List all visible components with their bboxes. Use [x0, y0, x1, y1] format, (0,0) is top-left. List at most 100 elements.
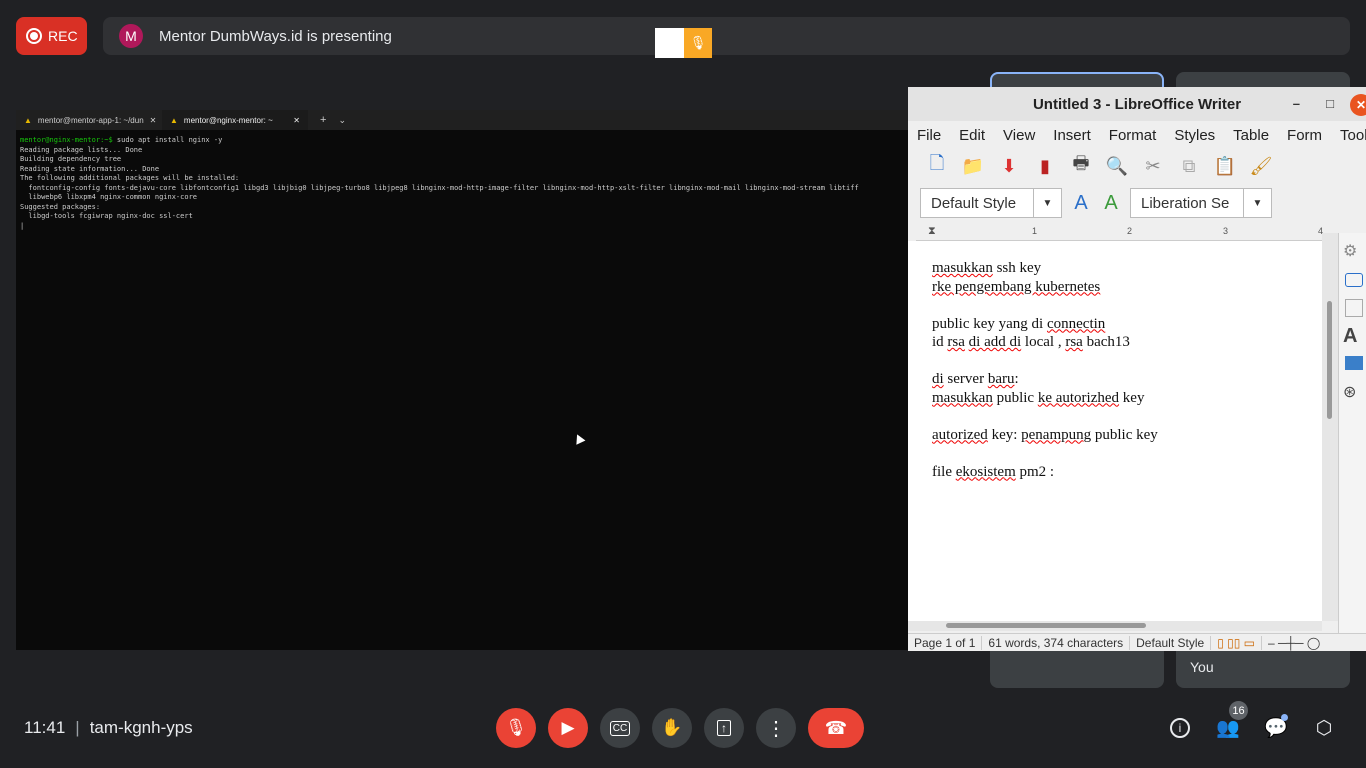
- print-icon[interactable]: 🖶: [1070, 153, 1092, 177]
- menu-table[interactable]: Table: [1224, 127, 1278, 144]
- indent-marker-icon[interactable]: ⧗: [928, 225, 936, 238]
- status-page[interactable]: Page 1 of 1: [908, 635, 983, 650]
- ruler[interactable]: ⧗ 1 2 3 4: [916, 223, 1366, 241]
- copy-icon[interactable]: ⧉: [1178, 155, 1200, 177]
- chevron-down-icon[interactable]: ▼: [1243, 189, 1271, 217]
- close-icon[interactable]: ✕: [1350, 94, 1366, 116]
- paste-icon[interactable]: 📋: [1214, 155, 1236, 177]
- document-line[interactable]: masukkan public ke autorizhed key: [932, 389, 1322, 408]
- leave-call-button[interactable]: ☎: [808, 708, 864, 748]
- ruler-mark: 2: [1127, 226, 1133, 236]
- terminal-lines: Reading package lists... Done Building d…: [20, 145, 859, 230]
- mic-toggle-button[interactable]: 🎙: [496, 708, 536, 748]
- document-text-run: pm2 :: [1015, 463, 1055, 480]
- open-folder-icon[interactable]: 📁: [962, 155, 984, 177]
- activities-button[interactable]: ⬡: [1312, 716, 1336, 740]
- document-line[interactable]: id rsa di add di local , rsa bach13: [932, 333, 1322, 352]
- chevron-down-icon[interactable]: ⌄: [338, 115, 346, 126]
- self-tile[interactable]: You: [1176, 651, 1350, 688]
- document-line[interactable]: rke pengembang kubernetes: [932, 278, 1322, 297]
- update-style-icon[interactable]: A: [1070, 192, 1092, 214]
- horizontal-scrollbar[interactable]: [908, 621, 1322, 631]
- maximize-icon[interactable]: □: [1326, 96, 1334, 111]
- close-icon[interactable]: ✕: [293, 116, 300, 125]
- document-line[interactable]: file ekosistem pm2 :: [932, 463, 1322, 482]
- meeting-time: 11:41: [24, 718, 66, 737]
- terminal-icon: ▲: [24, 115, 32, 125]
- new-style-icon[interactable]: A: [1100, 192, 1122, 214]
- menu-file[interactable]: File: [908, 127, 950, 144]
- page-icon[interactable]: [1345, 299, 1363, 317]
- styles-icon[interactable]: A: [1343, 325, 1366, 348]
- clone-formatting-icon[interactable]: 🖌: [1250, 155, 1273, 177]
- document-text-run: server: [943, 371, 988, 387]
- document-line[interactable]: [932, 296, 1322, 315]
- camera-toggle-button[interactable]: ▶: [548, 708, 588, 748]
- terminal-output[interactable]: mentor@nginx-mentor:~$ sudo apt install …: [16, 130, 908, 237]
- menu-view[interactable]: View: [994, 127, 1044, 144]
- scrollbar-thumb[interactable]: [946, 623, 1146, 628]
- export-pdf-icon[interactable]: ▮: [1034, 155, 1056, 177]
- paragraph-style-select[interactable]: Default Style ▼: [920, 188, 1062, 218]
- status-word-count[interactable]: 61 words, 374 characters: [982, 635, 1131, 650]
- document-page[interactable]: masukkan ssh key rke pengembang kubernete…: [908, 241, 1322, 621]
- save-icon[interactable]: ⬇: [998, 155, 1020, 177]
- document-text-run: key:: [987, 426, 1022, 443]
- document-line[interactable]: [932, 444, 1322, 463]
- menu-edit[interactable]: Edit: [950, 127, 994, 144]
- menu-insert[interactable]: Insert: [1044, 127, 1100, 144]
- terminal-tab-1[interactable]: ▲ mentor@mentor-app-1: ~/dun ✕: [16, 110, 162, 130]
- view-layout-icon[interactable]: ▯ ▯▯ ▭: [1211, 635, 1263, 650]
- cut-icon[interactable]: ✂: [1142, 155, 1164, 177]
- new-tab-button[interactable]: +: [308, 114, 338, 126]
- document-text-run: public key yang di: [932, 315, 1047, 332]
- terminal-tab-2[interactable]: ▲ mentor@nginx-mentor: ~ ✕: [162, 110, 308, 130]
- more-options-button[interactable]: ⋮: [756, 708, 796, 748]
- vertical-scrollbar[interactable]: [1322, 233, 1338, 621]
- present-button[interactable]: ↑: [704, 708, 744, 748]
- status-page-style[interactable]: Default Style: [1130, 635, 1212, 650]
- document-line[interactable]: masukkan ssh key: [932, 259, 1322, 278]
- document-text-run: file: [932, 463, 956, 480]
- document-text-run: key: [1119, 389, 1145, 406]
- captions-button[interactable]: CC: [600, 708, 640, 748]
- meeting-details-button[interactable]: i: [1168, 716, 1192, 740]
- document-line[interactable]: di server baru:: [932, 370, 1322, 389]
- gear-icon[interactable]: ⚙: [1343, 241, 1366, 261]
- meeting-code[interactable]: tam-kgnh-yps: [90, 718, 193, 738]
- new-document-icon[interactable]: 🗋: [926, 153, 948, 177]
- document-line[interactable]: [932, 352, 1322, 371]
- font-name-select[interactable]: Liberation Se ▼: [1130, 188, 1272, 218]
- writer-titlebar[interactable]: Untitled 3 - LibreOffice Writer – □ ✕: [908, 87, 1366, 121]
- ruler-mark: 3: [1223, 226, 1229, 236]
- navigator-icon[interactable]: ⊛: [1343, 382, 1366, 402]
- menu-bar: File Edit View Insert Format Styles Tabl…: [908, 121, 1366, 149]
- participant-tile[interactable]: [990, 651, 1164, 688]
- minimize-icon[interactable]: –: [1293, 96, 1300, 111]
- raise-hand-button[interactable]: ✋: [652, 708, 692, 748]
- menu-format[interactable]: Format: [1100, 127, 1166, 144]
- document-line[interactable]: [932, 407, 1322, 426]
- presenter-bar: M Mentor DumbWays.id is presenting: [103, 17, 1350, 55]
- misspelled-word: ekosistem: [955, 463, 1016, 480]
- menu-form[interactable]: Form: [1278, 127, 1331, 144]
- menu-tools[interactable]: Tools: [1331, 127, 1366, 144]
- standard-toolbar: 🗋 📁 ⬇ ▮ 🖶 🔍 ✂ ⧉ 📋 🖌: [908, 149, 1366, 183]
- meeting-info: 11:41 | tam-kgnh-yps: [24, 718, 193, 738]
- menu-styles[interactable]: Styles: [1165, 127, 1224, 144]
- recording-badge: REC: [16, 17, 87, 55]
- terminal-tabbar: ▲ mentor@mentor-app-1: ~/dun ✕ ▲ mentor@…: [16, 110, 908, 130]
- document-line[interactable]: autorized key: penampung public key: [932, 426, 1322, 445]
- close-icon[interactable]: ✕: [150, 116, 157, 125]
- ruler-mark: 1: [1032, 226, 1038, 236]
- styles-toggle-icon[interactable]: [1345, 273, 1363, 287]
- gallery-icon[interactable]: [1345, 356, 1363, 370]
- document-text[interactable]: masukkan ssh key rke pengembang kubernete…: [908, 241, 1322, 481]
- chevron-down-icon[interactable]: ▼: [1033, 189, 1061, 217]
- terminal-icon: ▲: [170, 115, 178, 125]
- window-title: Untitled 3 - LibreOffice Writer: [1032, 95, 1242, 113]
- scrollbar-thumb[interactable]: [1327, 301, 1332, 419]
- print-preview-icon[interactable]: 🔍: [1106, 155, 1128, 177]
- zoom-slider[interactable]: – ─┼─ ◯: [1262, 636, 1326, 650]
- document-line[interactable]: public key yang di connectin: [932, 315, 1322, 334]
